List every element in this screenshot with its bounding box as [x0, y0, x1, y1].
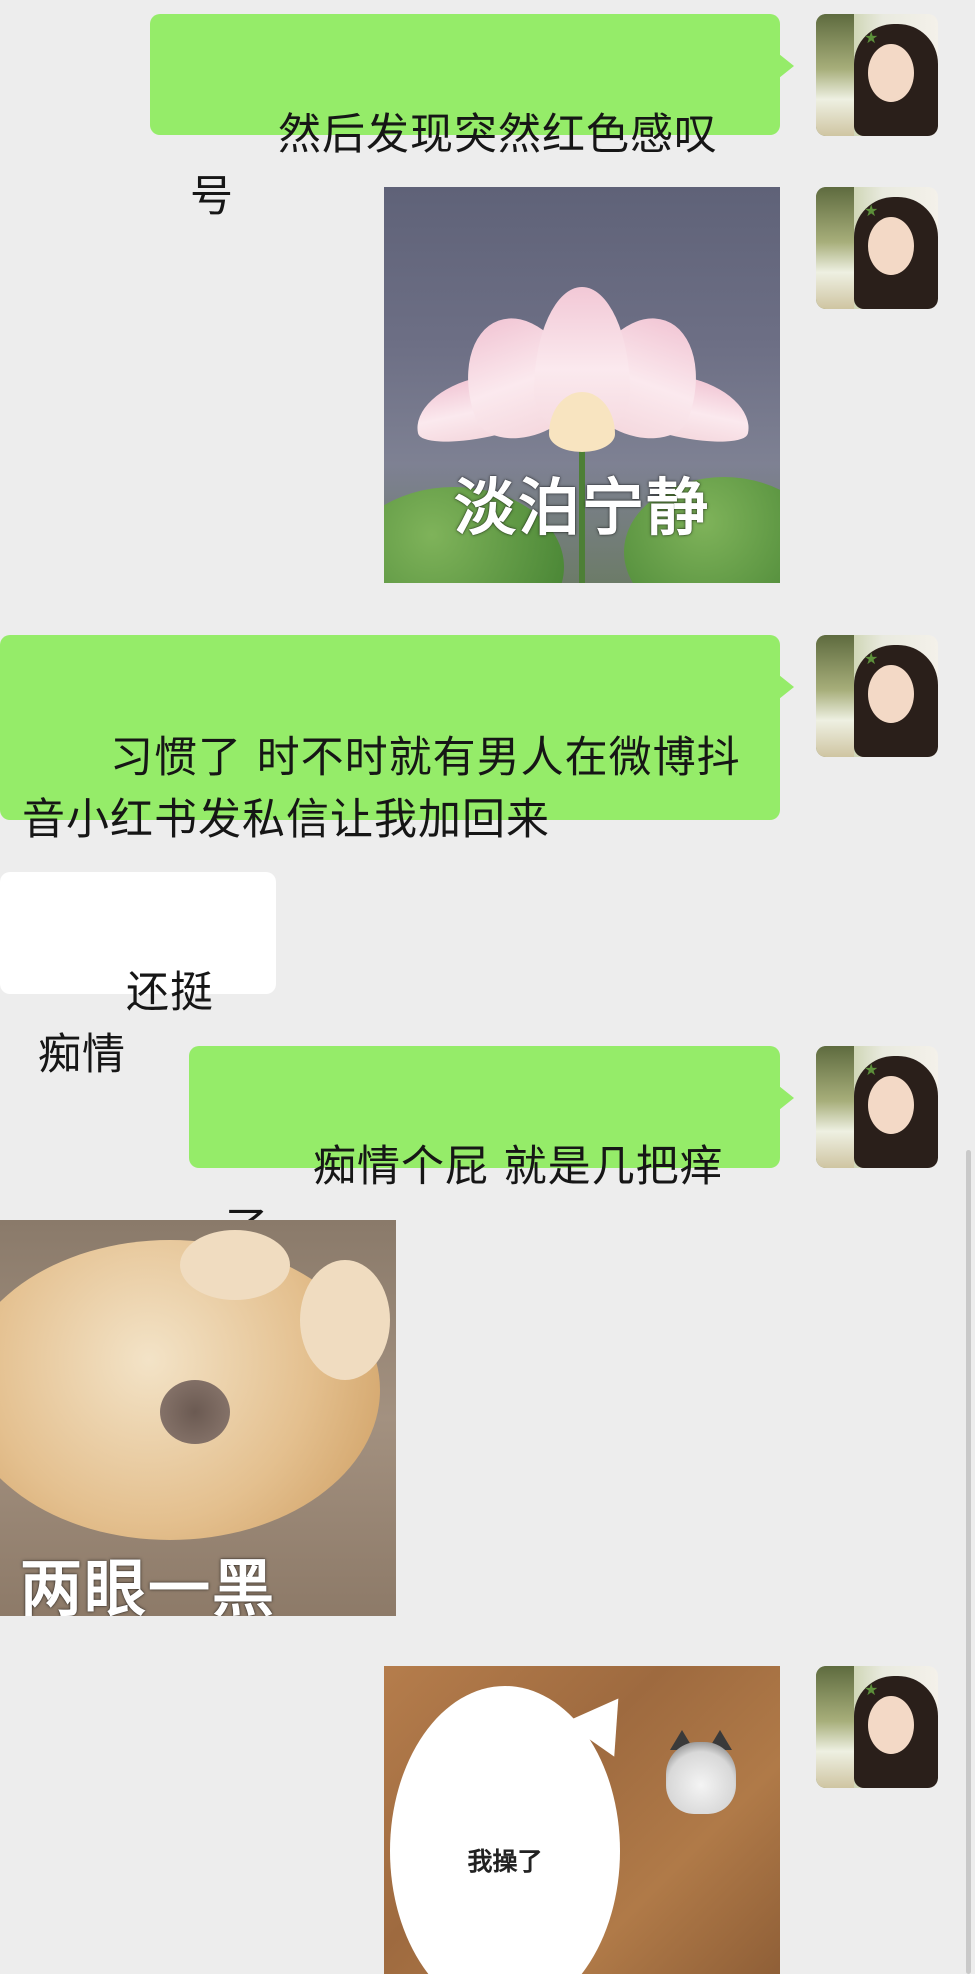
user-avatar[interactable]: ★ [816, 14, 938, 136]
dog-paw [300, 1260, 390, 1380]
avatar-background [816, 1666, 854, 1788]
user-avatar[interactable]: ★ [816, 187, 938, 309]
avatar-background [816, 635, 854, 757]
avatar-face [868, 665, 914, 723]
message-text: 习惯了 时不时就有男人在微博抖 音小红书发私信让我加回来 [22, 733, 741, 845]
star-icon: ★ [864, 28, 879, 47]
message-bubble[interactable]: 还挺痴情 [0, 872, 276, 1080]
dog-sticker[interactable]: 两眼一黑 [0, 1220, 396, 1616]
dog-nose [160, 1380, 230, 1444]
avatar-face [868, 1696, 914, 1754]
avatar-background [816, 14, 854, 136]
avatar-face [868, 1076, 914, 1134]
user-avatar[interactable]: ★ [816, 1666, 938, 1788]
avatar-face [868, 217, 914, 275]
sticker-caption: 两眼一黑 [20, 1552, 277, 1616]
cat-sticker[interactable]: 我操了 [384, 1666, 780, 1974]
message-bubble[interactable]: 痴情个屁 就是几把痒了 [189, 1046, 794, 1254]
message-text: 还挺痴情 [38, 968, 215, 1080]
kitten [666, 1742, 736, 1814]
message-bubble[interactable]: 习惯了 时不时就有男人在微博抖 音小红书发私信让我加回来 [0, 635, 794, 845]
star-icon: ★ [864, 649, 879, 668]
avatar-background [816, 1046, 854, 1168]
lotus-sticker[interactable]: 淡泊宁静 [384, 187, 780, 583]
scrollbar[interactable] [966, 1150, 971, 1974]
star-icon: ★ [864, 1680, 879, 1699]
user-avatar[interactable]: ★ [816, 635, 938, 757]
avatar-background [816, 187, 854, 309]
message-bubble[interactable]: 然后发现突然红色感叹号 [150, 14, 794, 222]
sticker-caption: 淡泊宁静 [453, 471, 710, 544]
star-icon: ★ [864, 201, 879, 220]
avatar-face [868, 44, 914, 102]
star-icon: ★ [864, 1060, 879, 1079]
chat-message-list[interactable]: 然后发现突然红色感叹号 ★ 淡泊宁静 ★ 习惯了 时不时就有男人在微博抖 音小红… [0, 0, 975, 1974]
dog-paw [180, 1230, 290, 1300]
user-avatar[interactable]: ★ [816, 1046, 938, 1168]
sticker-caption: 我操了 [467, 1847, 543, 1876]
